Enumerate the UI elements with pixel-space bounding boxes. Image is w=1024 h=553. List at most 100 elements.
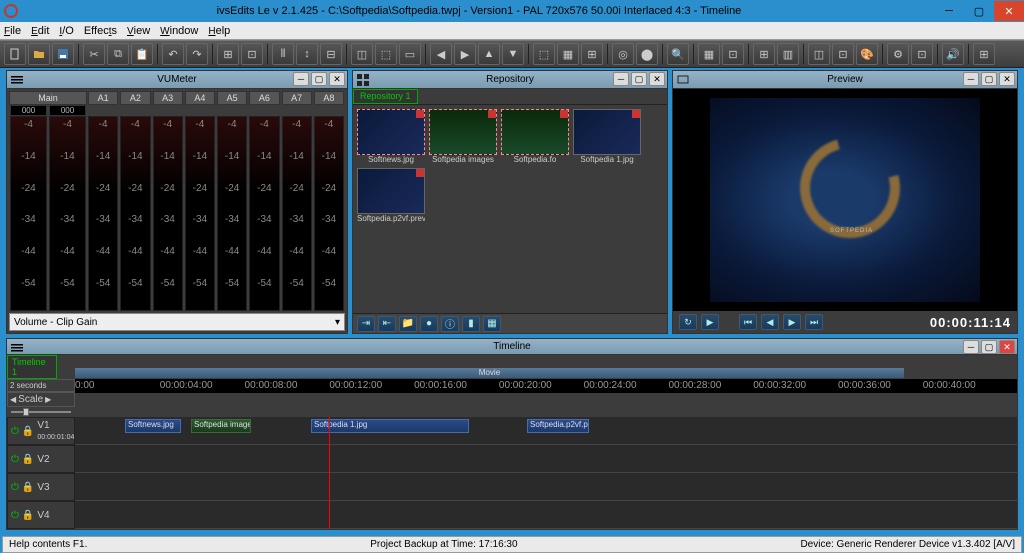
grid-button[interactable]: ▦ [698, 43, 720, 65]
tool-10[interactable]: ▦ [557, 43, 579, 65]
save-button[interactable] [52, 43, 74, 65]
panel-min-button[interactable]: ─ [963, 72, 979, 86]
repo-item[interactable]: Softpedia 1.jpg [573, 109, 641, 164]
clip[interactable]: Softpedia 1.jpg [311, 419, 469, 433]
track-v2[interactable] [75, 445, 1017, 473]
monitor-icon[interactable] [677, 74, 689, 86]
panel-close-button[interactable]: ✕ [329, 72, 345, 86]
panel-max-button[interactable]: ▢ [981, 340, 997, 354]
tool-16[interactable]: ▥ [777, 43, 799, 65]
panel-min-button[interactable]: ─ [613, 72, 629, 86]
lock-icon[interactable]: 🔒 [22, 510, 34, 521]
menu-help[interactable]: Help [208, 25, 230, 37]
repo-item[interactable]: Softnews.jpg [357, 109, 425, 164]
power-icon[interactable]: ⏻ [11, 454, 19, 465]
power-icon[interactable]: ⏻ [11, 482, 19, 493]
playhead[interactable] [329, 417, 330, 529]
open-button[interactable] [28, 43, 50, 65]
up-button[interactable]: ▲ [478, 43, 500, 65]
tool-15[interactable]: ⊞ [753, 43, 775, 65]
loop-button[interactable]: ↻ [679, 314, 697, 330]
repo-info-button[interactable]: ⓘ [441, 316, 459, 332]
repo-export-button[interactable]: ⇤ [378, 316, 396, 332]
tool-5[interactable]: ⊟ [320, 43, 342, 65]
clip[interactable]: Softpedia images [191, 419, 251, 433]
audio-button[interactable]: 🔊 [942, 43, 964, 65]
redo-button[interactable]: ↷ [186, 43, 208, 65]
menu-effects[interactable]: Effects [84, 25, 117, 37]
vu-channel-a2[interactable]: A2 [120, 91, 150, 105]
panel-menu-icon[interactable] [11, 342, 23, 354]
repo-item[interactable]: Softpedia images [429, 109, 497, 164]
repository-tab[interactable]: Repository 1 [353, 89, 418, 104]
close-button[interactable]: ✕ [994, 1, 1024, 21]
power-icon[interactable]: ⏻ [11, 510, 19, 521]
tool-13[interactable]: ⬤ [636, 43, 658, 65]
repo-item[interactable]: Softpedia.p2vf.preview.jpg [357, 168, 425, 223]
tool-8[interactable]: ▭ [399, 43, 421, 65]
undo-button[interactable]: ↶ [162, 43, 184, 65]
step-fwd-button[interactable]: ▶ [783, 314, 801, 330]
tool-20[interactable]: ⊞ [973, 43, 995, 65]
vu-mode-selector[interactable]: Volume - Clip Gain▾ [9, 313, 345, 331]
tool-14[interactable]: ⊡ [722, 43, 744, 65]
maximize-button[interactable]: ▢ [964, 1, 994, 21]
vu-channel-a3[interactable]: A3 [153, 91, 183, 105]
panel-max-button[interactable]: ▢ [631, 72, 647, 86]
down-button[interactable]: ▼ [502, 43, 524, 65]
vu-channel-a6[interactable]: A6 [249, 91, 279, 105]
repo-item[interactable]: Softpedia.fo [501, 109, 569, 164]
repo-list-button[interactable]: ▮ [462, 316, 480, 332]
repo-folder-button[interactable]: 📁 [399, 316, 417, 332]
panel-close-button[interactable]: ✕ [649, 72, 665, 86]
move-left-button[interactable]: ◀ [430, 43, 452, 65]
tool-17[interactable]: ◫ [808, 43, 830, 65]
panel-menu-icon[interactable] [11, 74, 23, 86]
repo-import-button[interactable]: ⇥ [357, 316, 375, 332]
panel-close-button[interactable]: ✕ [999, 72, 1015, 86]
tool-2[interactable]: ⊡ [241, 43, 263, 65]
lock-icon[interactable]: 🔒 [22, 454, 34, 465]
tool-19[interactable]: ⊡ [911, 43, 933, 65]
track-v1[interactable]: Softnews.jpgSoftpedia imagesSoftpedia 1.… [75, 417, 1017, 445]
track-head-v1[interactable]: ⏻🔒V100:00:01:04 [7, 417, 75, 445]
timeline-zoom-slider[interactable] [7, 407, 75, 417]
lock-icon[interactable]: 🔒 [22, 482, 34, 493]
panel-grid-icon[interactable] [357, 74, 369, 86]
goto-end-button[interactable]: ⏭ [805, 314, 823, 330]
menu-io[interactable]: I/O [59, 25, 73, 37]
tool-4[interactable]: ↕ [296, 43, 318, 65]
track-head-v3[interactable]: ⏻🔒V3 [7, 473, 75, 501]
tool-3[interactable]: ⫴ [272, 43, 294, 65]
vu-channel-a7[interactable]: A7 [282, 91, 312, 105]
play-button[interactable]: ▶ [701, 314, 719, 330]
track-v3[interactable] [75, 473, 1017, 501]
new-button[interactable] [4, 43, 26, 65]
track-head-v2[interactable]: ⏻🔒V2 [7, 445, 75, 473]
panel-max-button[interactable]: ▢ [311, 72, 327, 86]
timeline-movie-bar[interactable]: Movie [75, 368, 904, 378]
repo-grid-button[interactable]: ▦ [483, 316, 501, 332]
settings-button[interactable]: ⚙ [887, 43, 909, 65]
track-head-v4[interactable]: ⏻🔒V4 [7, 501, 75, 529]
step-back-button[interactable]: ◀ [761, 314, 779, 330]
menu-edit[interactable]: Edit [31, 25, 49, 37]
timeline-ruler[interactable]: 0:0000:00:04:0000:00:08:0000:00:12:0000:… [75, 379, 1017, 393]
clip[interactable]: Softpedia.p2vf.pr [527, 419, 589, 433]
tool-12[interactable]: ◎ [612, 43, 634, 65]
vu-channel-a4[interactable]: A4 [185, 91, 215, 105]
panel-min-button[interactable]: ─ [293, 72, 309, 86]
menu-file[interactable]: File [4, 25, 21, 37]
panel-close-button[interactable]: ✕ [999, 340, 1015, 354]
tool-6[interactable]: ◫ [351, 43, 373, 65]
tool-18[interactable]: ⊡ [832, 43, 854, 65]
cut-button[interactable]: ✂ [83, 43, 105, 65]
lock-icon[interactable]: 🔒 [22, 426, 34, 437]
tool-9[interactable]: ⬚ [533, 43, 555, 65]
move-right-button[interactable]: ▶ [454, 43, 476, 65]
panel-max-button[interactable]: ▢ [981, 72, 997, 86]
timeline-tab[interactable]: Timeline 1 [7, 355, 57, 379]
color-button[interactable]: 🎨 [856, 43, 878, 65]
tool-1[interactable]: ⊞ [217, 43, 239, 65]
paste-button[interactable]: 📋 [131, 43, 153, 65]
